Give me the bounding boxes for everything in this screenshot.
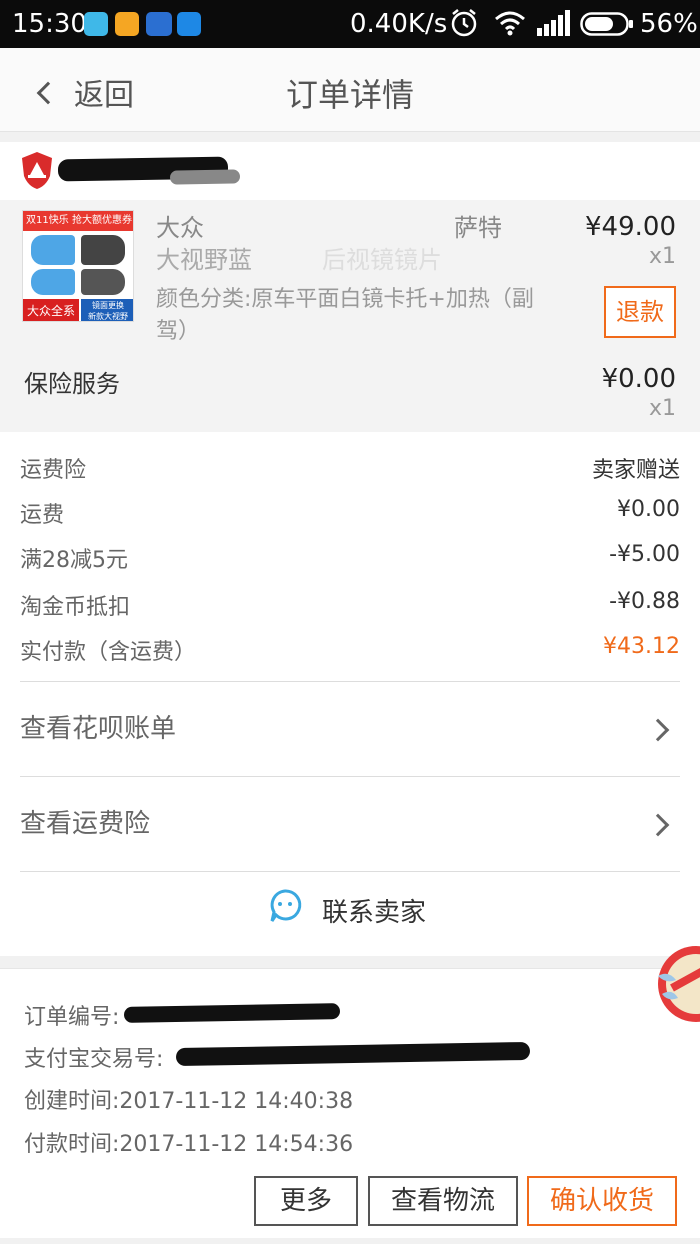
product-title-line2-end: 后视镜镜片 (322, 246, 442, 274)
signal-icon (537, 10, 570, 36)
order-fees: 运费险 卖家赠送 运费 ¥0.00 满28减5元 -¥5.00 淘金币抵扣 -¥… (0, 432, 700, 956)
order-number-label: 订单编号: (24, 1005, 120, 1030)
contact-seller-button[interactable]: 联系卖家 (0, 862, 700, 956)
fee-value: ¥0.00 (617, 497, 680, 522)
more-button[interactable]: 更多 (254, 1176, 358, 1226)
product-quantity: x1 (648, 244, 676, 269)
view-logistics-button[interactable]: 查看物流 (368, 1176, 518, 1226)
order-number-row: 订单编号: (24, 999, 119, 1031)
alipay-number-row: 支付宝交易号: (24, 1041, 163, 1073)
view-freight-insurance-label: 查看运费险 (20, 809, 151, 839)
view-huabei-bill-row[interactable]: 查看花呗账单 (20, 682, 680, 776)
network-speed: 0.40K/s (350, 9, 448, 39)
mirror-image (81, 235, 125, 265)
fee-row-total: 实付款（含运费） ¥43.12 (20, 634, 680, 668)
thumb-note: 新款大视野 (88, 312, 128, 321)
alarm-icon (451, 9, 477, 37)
app-notification-icon (84, 12, 108, 36)
product-thumbnail[interactable]: 双11快乐 抢大额优惠券 大众全系 镜面更换 新款大视野 (22, 210, 134, 322)
status-time: 15:30 (12, 9, 87, 39)
insurance-price: ¥0.00 (601, 364, 676, 394)
view-freight-insurance-row[interactable]: 查看运费险 (20, 777, 680, 871)
fee-row: 运费 ¥0.00 (20, 497, 680, 531)
app-notification-icon (115, 12, 139, 36)
fee-row: 淘金币抵扣 -¥0.88 (20, 589, 680, 623)
page-title: 订单详情 (285, 76, 414, 114)
redacted-shop-name (169, 169, 241, 185)
order-goods[interactable]: 双11快乐 抢大额优惠券 大众全系 镜面更换 新款大视野 大众 萨特 大视野蓝 后视… (0, 200, 700, 432)
confirm-receipt-button[interactable]: 确认收货 (527, 1176, 677, 1226)
floating-mascot-icon[interactable] (652, 936, 700, 1032)
product-price: ¥49.00 (585, 212, 676, 242)
mirror-image (81, 269, 125, 295)
view-huabei-bill-label: 查看花呗账单 (20, 714, 177, 744)
mirror-image (31, 235, 75, 265)
chevron-right-icon (646, 813, 670, 837)
chat-icon (270, 889, 302, 922)
total-paid-label: 实付款（含运费） (20, 640, 197, 665)
battery-icon (580, 12, 633, 36)
fee-row: 运费险 卖家赠送 (20, 452, 680, 486)
status-bar: 15:30 0.40K/s 56% (0, 0, 700, 48)
alipay-number-label: 支付宝交易号: (24, 1047, 164, 1072)
contact-seller-label: 联系卖家 (322, 898, 427, 928)
paid-time-label: 付款时间: (24, 1132, 120, 1157)
refund-button[interactable]: 退款 (604, 286, 676, 338)
insurance-label: 保险服务 (24, 370, 120, 398)
created-time-row: 创建时间:2017-11-12 14:40:38 (24, 1083, 353, 1115)
product-title-start: 大众 (156, 214, 204, 242)
wifi-icon (495, 11, 525, 36)
shop-logo-icon (22, 152, 52, 189)
fee-label: 运费险 (20, 458, 87, 483)
product-title-end: 萨特 (454, 214, 502, 242)
paid-time-row: 付款时间:2017-11-12 14:54:36 (24, 1126, 353, 1158)
fee-value: -¥0.88 (609, 589, 680, 614)
fee-value: -¥5.00 (609, 542, 680, 567)
shop-row[interactable] (0, 142, 700, 200)
product-sku: 颜色分类:原车平面白镜卡托+加热（副驾） (156, 287, 534, 344)
insurance-quantity: x1 (648, 396, 676, 421)
fee-label: 满28减5元 (20, 548, 128, 573)
app-notification-icon (146, 12, 172, 36)
thumb-notes: 镜面更换 新款大视野 (81, 299, 133, 321)
fee-value: 卖家赠送 (591, 458, 680, 483)
product-title[interactable]: 大众 萨特 大视野蓝 后视镜镜片 (156, 212, 536, 276)
redacted-order-number (123, 1003, 341, 1023)
fee-label: 运费 (20, 503, 65, 528)
thumb-note: 镜面更换 (92, 301, 124, 310)
app-notification-icon (177, 12, 201, 36)
redacted-alipay-number (175, 1041, 531, 1067)
nav-header: 返回 订单详情 (0, 48, 700, 132)
fee-label: 淘金币抵扣 (20, 595, 131, 620)
total-paid-value: ¥43.12 (603, 634, 680, 659)
fee-row: 满28减5元 -¥5.00 (20, 542, 680, 576)
thumb-banner: 双11快乐 抢大额优惠券 (23, 211, 133, 231)
thumb-tag: 大众全系 (23, 299, 79, 321)
created-time-label: 创建时间: (24, 1089, 120, 1114)
chevron-right-icon (646, 718, 670, 742)
product-title-line2: 大视野蓝 (156, 246, 252, 274)
paid-time-value: 2017-11-12 14:54:36 (119, 1132, 354, 1157)
mirror-image (31, 269, 75, 295)
battery-percentage: 56% (640, 9, 698, 39)
created-time-value: 2017-11-12 14:40:38 (119, 1089, 354, 1114)
